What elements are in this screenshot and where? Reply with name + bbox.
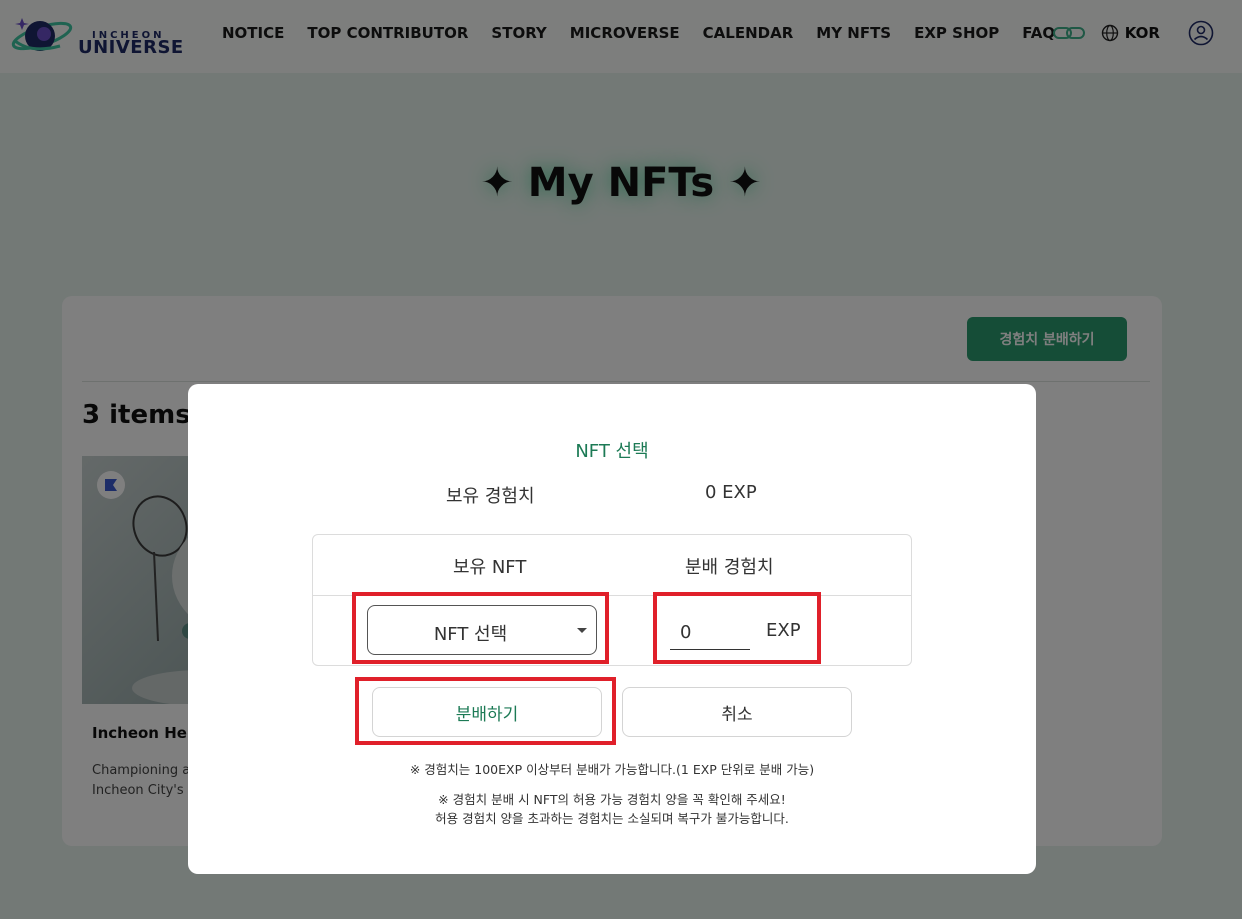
held-exp-label: 보유 경험치 — [446, 486, 535, 507]
column-header-held-nft: 보유 NFT — [453, 557, 527, 578]
exp-unit-label: EXP — [766, 620, 801, 641]
distribute-button[interactable]: 분배하기 — [372, 687, 602, 737]
note-check-capacity: ※ 경험치 분배 시 NFT의 허용 가능 경험치 양을 꼭 확인해 주세요! — [438, 792, 786, 807]
chevron-down-icon — [577, 628, 587, 633]
nft-select-value: NFT 선택 — [433, 624, 508, 645]
held-exp-value: 0 EXP — [705, 482, 757, 503]
note-exp-loss-warning: 허용 경험치 양을 초과하는 경험치는 소실되며 복구가 불가능합니다. — [435, 811, 789, 826]
nft-select-dropdown[interactable]: NFT 선택 — [367, 605, 597, 655]
note-minimum-exp: ※ 경험치는 100EXP 이상부터 분배가 가능합니다.(1 EXP 단위로 … — [409, 762, 815, 777]
exp-amount-input[interactable] — [670, 616, 750, 650]
cancel-button[interactable]: 취소 — [622, 687, 852, 737]
distribute-exp-modal: NFT 선택 보유 경험치 0 EXP 보유 NFT 분배 경험치 NFT 선택… — [188, 384, 1036, 874]
modal-title: NFT 선택 — [575, 441, 649, 462]
column-header-distribute-exp: 분배 경험치 — [685, 557, 774, 578]
